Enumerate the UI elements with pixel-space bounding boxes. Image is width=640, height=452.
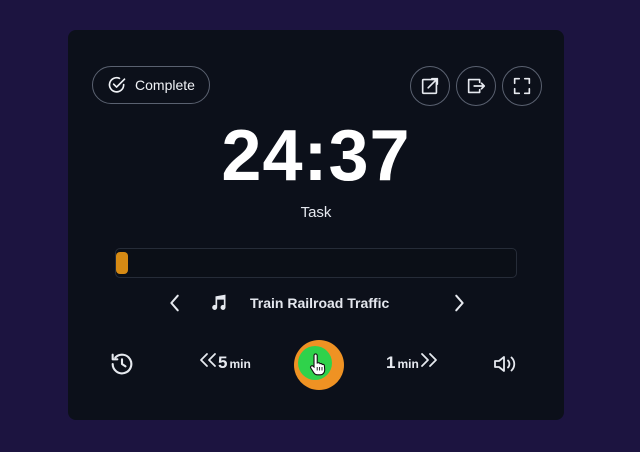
fullscreen-button[interactable] [502, 66, 542, 106]
double-chevron-right-icon [420, 353, 437, 367]
sound-name: Train Railroad Traffic [250, 295, 390, 311]
skip-forward-value: 1 [386, 353, 396, 372]
complete-button[interactable]: Complete [92, 66, 210, 104]
check-circle-icon [108, 76, 126, 93]
exit-icon [467, 78, 486, 94]
skip-forward-button[interactable]: 1 min [386, 352, 439, 373]
skip-back-button[interactable]: 5 min [198, 352, 251, 373]
exit-button[interactable] [456, 66, 496, 106]
skip-back-value: 5 [218, 353, 228, 372]
play-pause-button[interactable] [294, 340, 344, 390]
double-chevron-left-icon [200, 353, 216, 367]
progress-fill [116, 252, 128, 274]
skip-back-unit: min [229, 357, 251, 371]
timer-card: Complete 24:37 Task Train Railroad Traff… [68, 30, 564, 420]
fullscreen-icon [513, 77, 531, 95]
external-link-button[interactable] [410, 66, 450, 106]
volume-icon[interactable] [492, 352, 518, 376]
top-actions [410, 66, 542, 106]
timer-display: 24:37 [221, 116, 411, 196]
chevron-left-icon[interactable] [164, 292, 186, 314]
playback-controls: 5 min 1 min [68, 336, 564, 392]
hand-cursor-icon [310, 353, 326, 376]
sound-selector: Train Railroad Traffic [68, 288, 564, 318]
skip-forward-unit: min [397, 357, 419, 371]
complete-label: Complete [135, 77, 195, 93]
chevron-right-icon[interactable] [448, 292, 470, 314]
timer-label: Task [300, 204, 332, 221]
music-note-icon [212, 294, 226, 310]
history-icon[interactable] [108, 350, 136, 378]
external-link-icon [421, 77, 439, 95]
progress-bar [115, 248, 517, 278]
